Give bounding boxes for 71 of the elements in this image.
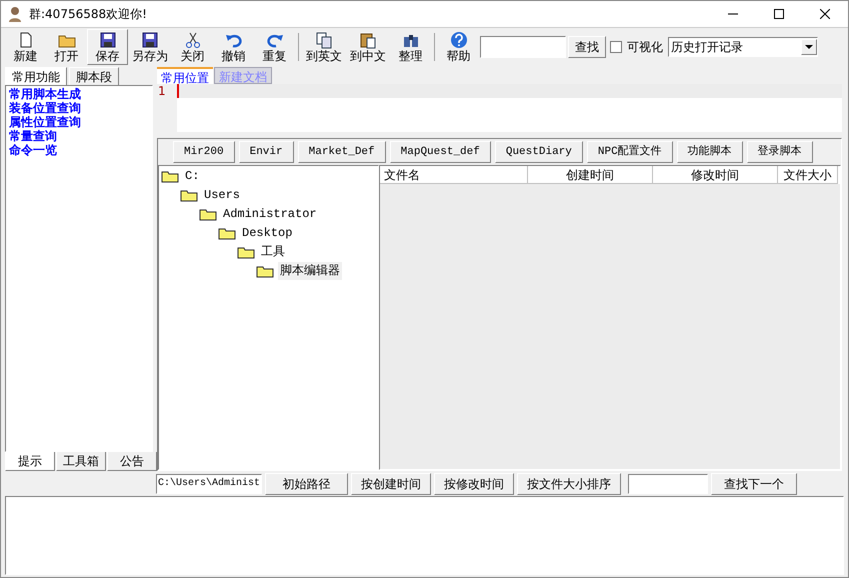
floppy-icon: [98, 30, 116, 48]
folder-icon: [218, 226, 236, 240]
column-header[interactable]: 修改时间: [653, 166, 778, 184]
maximize-icon: [774, 9, 784, 19]
find-button[interactable]: 查找: [568, 36, 606, 58]
tree-item[interactable]: Users: [202, 186, 242, 204]
toolbar-button[interactable]: 到英文: [302, 28, 346, 64]
folder-button[interactable]: 登录脚本: [746, 141, 813, 163]
tree-item[interactable]: 脚本编辑器: [278, 262, 342, 280]
tree-item[interactable]: C:: [183, 167, 202, 185]
close-icon: [820, 9, 830, 19]
folder-button[interactable]: MapQuest_def: [390, 141, 491, 163]
folder-button[interactable]: 功能脚本: [676, 141, 743, 163]
sort-button[interactable]: 按文件大小排序: [517, 473, 622, 495]
checkbox[interactable]: [610, 40, 622, 52]
column-header[interactable]: 文件大小: [778, 166, 838, 184]
tree-item[interactable]: Administrator: [221, 205, 319, 223]
function-link[interactable]: 常量查询: [6, 129, 152, 143]
history-dropdown[interactable]: 历史打开记录: [668, 36, 818, 56]
toolbar-button[interactable]: 关闭: [172, 28, 213, 64]
checkbox-label: 可视化: [627, 38, 663, 56]
line-gutter: 1: [157, 84, 177, 132]
code-editor[interactable]: 1: [157, 84, 842, 132]
toolbar-button[interactable]: 保存: [87, 28, 128, 64]
folder-icon: [199, 207, 217, 221]
help-icon: [450, 30, 468, 48]
tab[interactable]: 工具箱: [56, 452, 106, 471]
copy-icon: [315, 30, 333, 48]
find-next-button[interactable]: 查找下一个: [711, 473, 798, 495]
folder-button[interactable]: QuestDiary: [494, 141, 583, 163]
folder-icon: [256, 264, 274, 278]
function-link[interactable]: 常用脚本生成: [6, 87, 152, 101]
toolbar-button[interactable]: 打开: [46, 28, 87, 64]
sort-button[interactable]: 按修改时间: [434, 473, 514, 495]
column-header[interactable]: 文件名: [380, 166, 528, 184]
dropdown-arrow-icon: [805, 44, 813, 48]
toolbar-button[interactable]: 另存为: [128, 28, 172, 64]
window-title: 群:40756588欢迎你!: [29, 6, 147, 23]
path-field[interactable]: C:\Users\Administ: [156, 474, 262, 494]
folder-button[interactable]: Mir200: [173, 141, 235, 163]
toolbar-button[interactable]: 撤销: [213, 28, 254, 64]
function-link[interactable]: 属性位置查询: [6, 115, 152, 129]
tab[interactable]: 脚本段: [69, 67, 119, 85]
tab[interactable]: 提示: [5, 452, 55, 471]
find-field[interactable]: [628, 474, 708, 494]
floppy-icon: [141, 30, 159, 48]
person-icon: [7, 6, 23, 22]
sort-button[interactable]: 初始路径: [265, 473, 348, 495]
function-link[interactable]: 装备位置查询: [6, 101, 152, 115]
tab[interactable]: 公告: [107, 452, 157, 471]
toolbar-button[interactable]: 新建: [5, 28, 46, 64]
toolbar-button[interactable]: 重复: [254, 28, 295, 64]
folder-icon: [237, 245, 255, 259]
tab[interactable]: 常用功能: [5, 67, 67, 85]
folder-icon: [161, 169, 179, 183]
search-field[interactable]: [480, 36, 566, 58]
function-link[interactable]: 命令一览: [6, 143, 152, 157]
folder-icon: [180, 188, 198, 202]
toolbar-button[interactable]: 整理: [390, 28, 431, 64]
column-header[interactable]: 创建时间: [528, 166, 653, 184]
scissors-icon: [184, 30, 202, 48]
tab[interactable]: 常用位置: [157, 67, 213, 84]
tree-item[interactable]: Desktop: [240, 224, 294, 242]
folder-button[interactable]: NPC配置文件: [586, 141, 673, 163]
toolbar-button[interactable]: 到中文: [346, 28, 390, 64]
folder-button[interactable]: Market_Def: [298, 141, 386, 163]
folder-button[interactable]: Envir: [238, 141, 294, 163]
clipboard-icon: [359, 30, 377, 48]
toolbar-button[interactable]: 帮助: [438, 28, 479, 64]
sort-button[interactable]: 按创建时间: [351, 473, 432, 495]
tree-item[interactable]: 工具: [259, 243, 287, 261]
